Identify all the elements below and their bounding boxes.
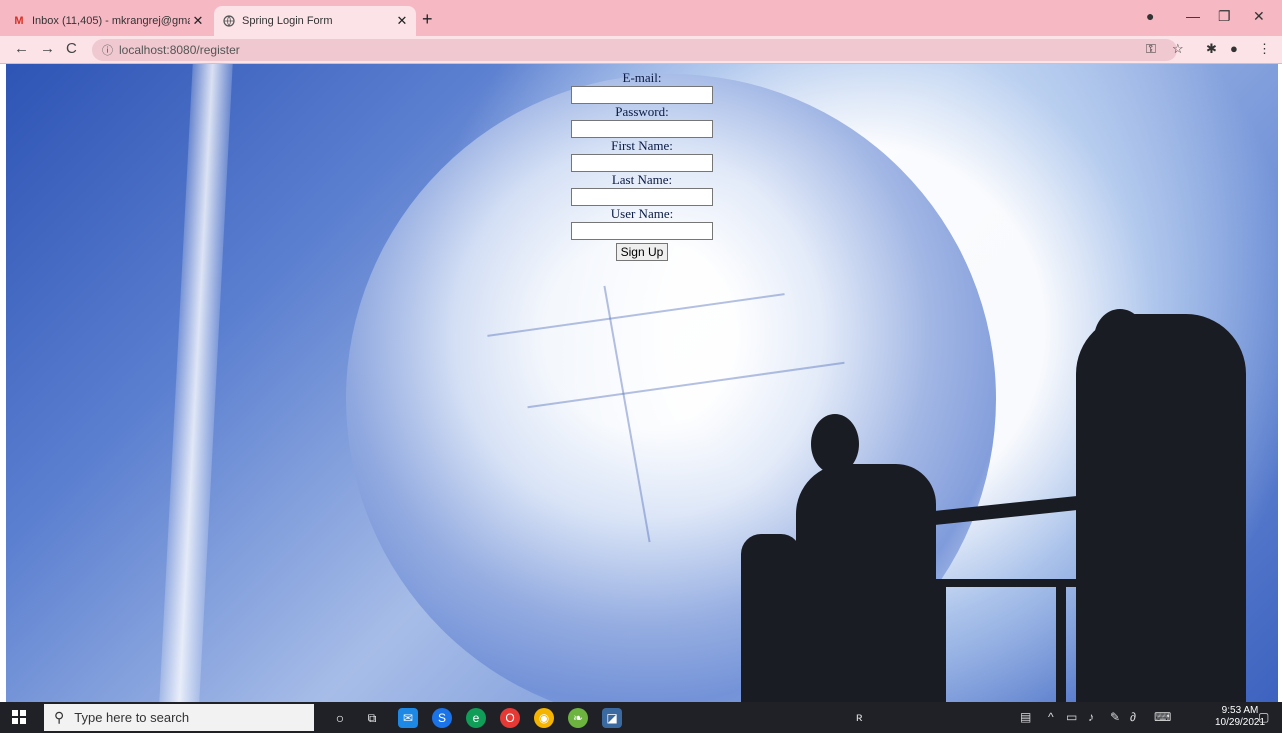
notification-icon[interactable]: ▢ xyxy=(1258,710,1269,724)
spring-tool-icon[interactable]: ❧ xyxy=(568,708,588,728)
first-name-field[interactable] xyxy=(571,154,713,172)
tab-title: Inbox (11,405) - mkrangrej@gma xyxy=(32,15,190,27)
man-head xyxy=(1094,309,1146,369)
user-name-label: User Name: xyxy=(610,206,674,221)
news-icon[interactable]: ▤ xyxy=(1020,710,1031,724)
tab-inbox[interactable]: M Inbox (11,405) - mkrangrej@gma ✕ xyxy=(12,6,212,36)
volume-icon[interactable]: ♪ xyxy=(1088,710,1094,724)
sign-up-button[interactable]: Sign Up xyxy=(615,243,669,261)
tab-title: Spring Login Form xyxy=(242,15,333,27)
address-bar[interactable]: ⓘ localhost:8080/register xyxy=(92,39,1177,61)
email-field[interactable] xyxy=(571,86,713,104)
avatar[interactable]: ● xyxy=(1230,41,1238,56)
desk-leg xyxy=(1056,584,1066,702)
close-window-icon[interactable]: ✕ xyxy=(1253,8,1265,25)
star-icon[interactable]: ☆ xyxy=(1172,41,1184,57)
page-background: E-mail: Password: First Name: Last Name:… xyxy=(6,64,1278,702)
restore-icon[interactable]: ❐ xyxy=(1218,8,1231,25)
last-name-field[interactable] xyxy=(571,188,713,206)
globe-icon xyxy=(222,14,236,28)
last-name-label: Last Name: xyxy=(611,172,673,187)
cortana-icon[interactable]: ○ xyxy=(330,708,350,728)
extensions-icon[interactable]: ✱ xyxy=(1206,41,1217,57)
search-icon: ⚲ xyxy=(54,709,65,725)
info-icon[interactable]: ⓘ xyxy=(102,42,113,58)
network-icon[interactable]: ▭ xyxy=(1066,710,1077,724)
windows-taskbar: ⚲ Type here to search ○ ⧉ ✉ S e O ◉ ❧ ◪ … xyxy=(0,702,1282,733)
chevron-up-icon[interactable]: ^ xyxy=(1048,710,1054,724)
vscode-icon[interactable]: ◪ xyxy=(602,708,622,728)
back-icon[interactable]: ← xyxy=(14,40,29,57)
close-tab-icon[interactable]: ✕ xyxy=(190,13,206,29)
people-icon[interactable]: ʀ xyxy=(856,710,863,724)
windows-start-icon[interactable] xyxy=(12,710,26,727)
profile-dot-icon[interactable]: ● xyxy=(1146,8,1154,24)
password-field[interactable] xyxy=(571,120,713,138)
edge-icon[interactable]: e xyxy=(466,708,486,728)
chrome-icon[interactable]: ◉ xyxy=(534,708,554,728)
gmail-icon: M xyxy=(14,15,24,27)
user-name-field[interactable] xyxy=(571,222,713,240)
tab-spring-login[interactable]: Spring Login Form ✕ xyxy=(214,6,416,36)
key-icon[interactable]: ⚿ xyxy=(1146,41,1156,57)
search-placeholder: Type here to search xyxy=(74,710,190,725)
browser-tab-bar: M Inbox (11,405) - mkrangrej@gma ✕ Sprin… xyxy=(0,0,1282,36)
minimize-icon[interactable]: — xyxy=(1186,8,1200,24)
registration-form: E-mail: Password: First Name: Last Name:… xyxy=(6,70,1278,261)
task-view-icon[interactable]: ⧉ xyxy=(362,708,382,728)
email-label: E-mail: xyxy=(622,70,662,85)
chair xyxy=(741,534,801,702)
reload-icon[interactable]: C xyxy=(66,40,77,57)
menu-icon[interactable]: ⋮ xyxy=(1258,41,1271,57)
taskbar-search-input[interactable]: ⚲ Type here to search xyxy=(44,704,314,731)
link-icon[interactable]: ∂ xyxy=(1130,710,1136,724)
desk-leg xyxy=(936,584,946,702)
standing-man-silhouette xyxy=(1076,314,1246,702)
keyboard-icon[interactable]: ⌨ xyxy=(1154,710,1171,724)
woman-head xyxy=(811,414,859,474)
close-tab-icon[interactable]: ✕ xyxy=(394,13,410,29)
skype-icon[interactable]: S xyxy=(432,708,452,728)
first-name-label: First Name: xyxy=(611,138,673,153)
desk-top xyxy=(886,579,1106,587)
browser-toolbar: ← → C ⓘ localhost:8080/register ⚿ ☆ ✱ ● … xyxy=(0,36,1282,64)
opera-icon[interactable]: O xyxy=(500,708,520,728)
mail-icon[interactable]: ✉ xyxy=(398,708,418,728)
url-text: localhost:8080/register xyxy=(119,43,240,57)
password-label: Password: xyxy=(615,104,669,119)
pen-icon[interactable]: ✎ xyxy=(1110,710,1120,724)
new-tab-icon[interactable]: + xyxy=(422,9,433,30)
forward-icon[interactable]: → xyxy=(40,40,55,57)
